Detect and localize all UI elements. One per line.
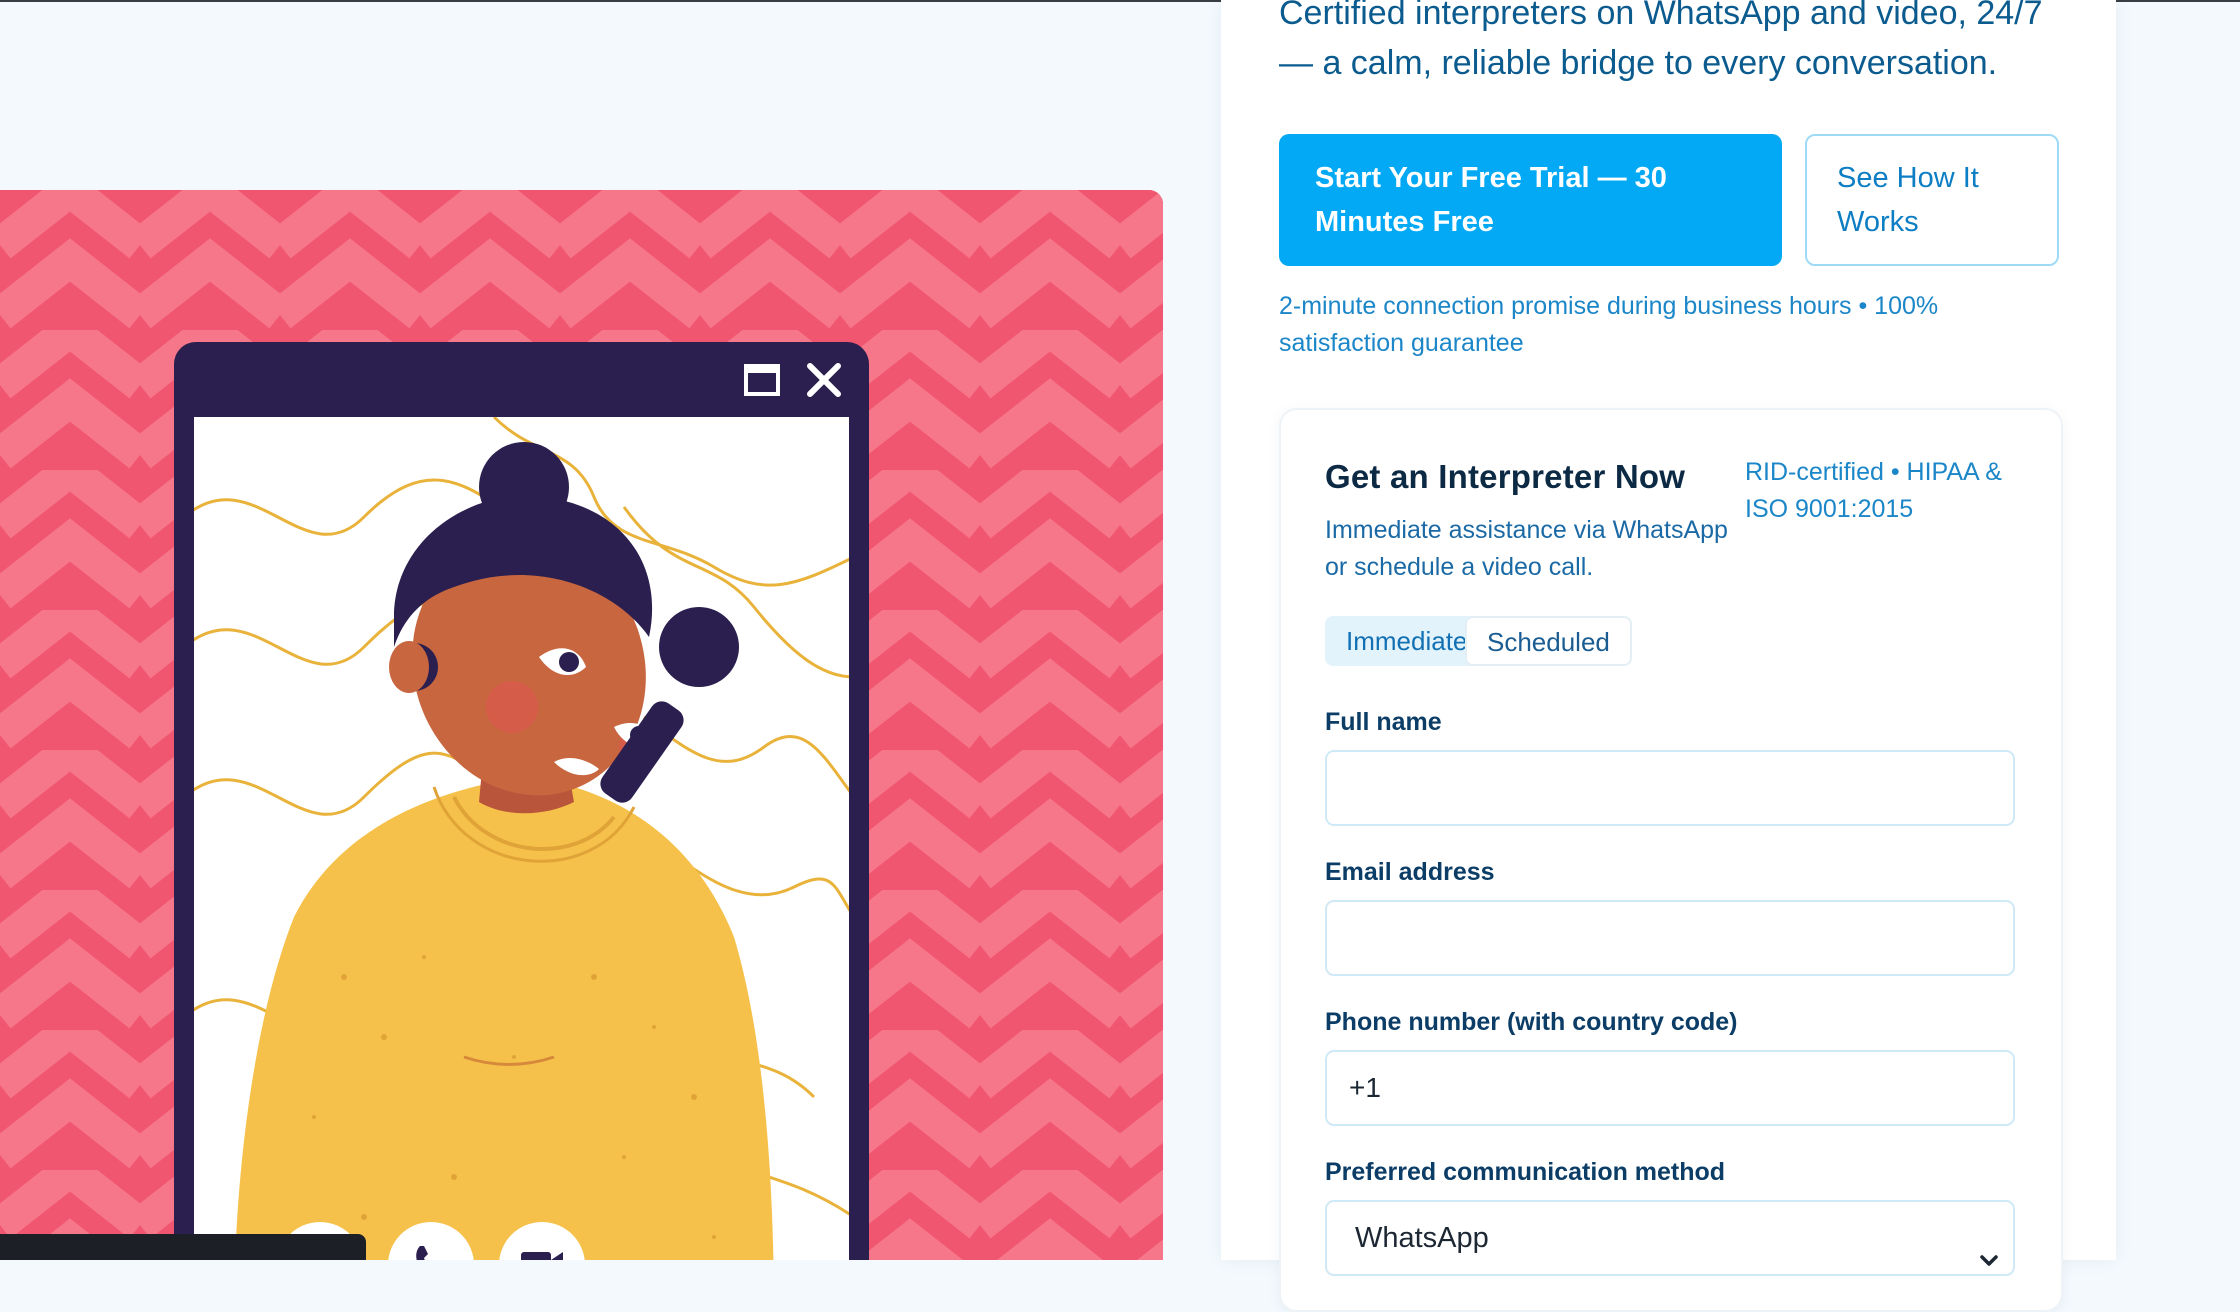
communication-method-select[interactable]: WhatsApp <box>1325 1200 2015 1276</box>
tab-scheduled[interactable]: Scheduled <box>1465 616 1632 666</box>
video-call-screen <box>194 417 849 1260</box>
close-window-icon <box>804 360 844 405</box>
tab-immediate[interactable]: Immediate <box>1325 616 1489 666</box>
chevron-down-icon <box>1977 1228 2001 1300</box>
hero-illustration <box>0 190 1163 1260</box>
maximize-window-icon <box>742 360 782 405</box>
bottom-overlay-bar <box>0 1234 366 1260</box>
start-free-trial-button[interactable]: Start Your Free Trial — 30 Minutes Free <box>1279 134 1782 266</box>
phone-icon <box>408 1240 454 1260</box>
service-promise-text: 2-minute connection promise during busin… <box>1279 292 1939 357</box>
communication-method-value: WhatsApp <box>1355 1222 1489 1254</box>
hero-content-panel: Certified interpreters on WhatsApp and v… <box>1221 0 2116 1312</box>
person-on-phone-illustration <box>194 417 849 1260</box>
certification-badge: RID-certified • HIPAA & ISO 9001:2015 <box>1745 458 2002 523</box>
video-call-window <box>174 342 869 1260</box>
phone-label: Phone number (with country code) <box>1325 1008 1738 1036</box>
communication-method-label: Preferred communication method <box>1325 1158 1726 1186</box>
email-field[interactable] <box>1325 900 2015 976</box>
email-label: Email address <box>1325 858 1495 886</box>
see-how-it-works-button[interactable]: See How It Works <box>1805 134 2059 266</box>
form-description: Immediate assistance via WhatsApp or sch… <box>1325 516 1728 581</box>
full-name-field[interactable] <box>1325 750 2015 826</box>
phone-field[interactable] <box>1325 1050 2015 1126</box>
form-title: Get an Interpreter Now <box>1325 458 1686 495</box>
hero-subtitle: Certified interpreters on WhatsApp and v… <box>1279 0 2043 82</box>
interpreter-request-form: Get an Interpreter Now Immediate assista… <box>1279 408 2063 1312</box>
video-camera-icon <box>517 1240 567 1260</box>
full-name-label: Full name <box>1325 708 1442 736</box>
